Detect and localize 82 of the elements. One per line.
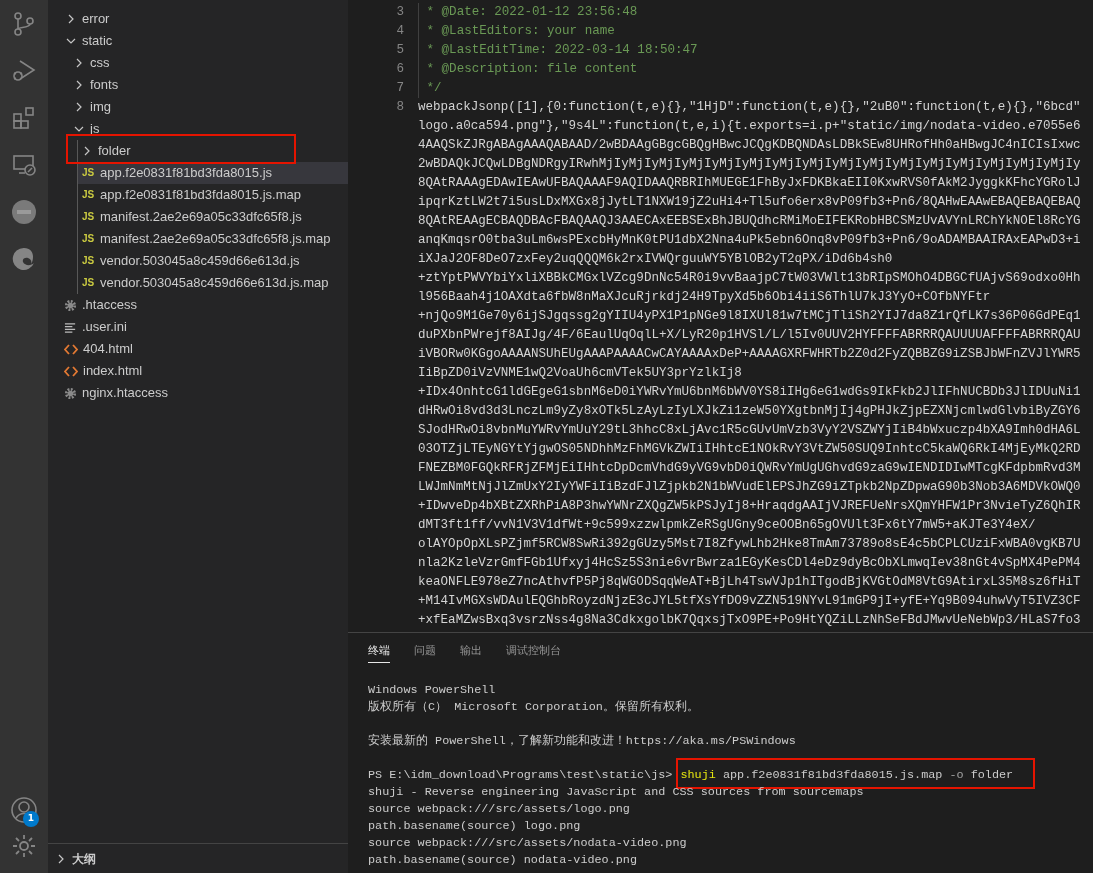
code-line: +xfEaMZwsBxq3vsrzNss4g8Na3CdkxgolbK7QqxsjTxO9PE+Po9HtYQZiLLzNhSeFBdJMwvUeNebWp3/HLaS7fo3 [418,612,1081,629]
terminal-output-line: Windows PowerShell [368,682,496,699]
gear-icon [64,386,77,400]
terminal-prompt: PS E:\idm_download\Programs\test\static\js> [368,767,673,784]
code-line: +ztYptPWVYbiYxliXBBkCMGxlVZcg9DnNc54R0i9vvBaajpC7tW03VWlt13bRIpSMOhO4DBGCfUAjvS69odxo0Hh [418,270,1081,287]
gear-icon [64,298,77,312]
js-file-icon: JS [82,212,95,222]
folder-item[interactable]: error [48,8,348,30]
code-line: SJodHRwOi8vbnMuYWRvYmUuY29tL3hhcC8xLjAvc1R5cGUvUmVzb3VyY2VSZWYjIiB4bWxuczp4bXA9Imh0dHA6L [418,422,1081,439]
folder-item[interactable]: fonts [48,74,348,96]
line-number: 4 [395,23,405,40]
code-comment: * @Description: file content [418,60,638,79]
file-item[interactable]: index.html [48,360,348,382]
code-line: 8QAtREAAgECBAQDBAcFBAQAAQJ3AAECAxEEBSExBhJBUQdhcRMiMoEIFEKRobHBCSMzUvAVYnLRChYkNOEl8RcYG [418,213,1081,230]
file-item[interactable]: .htaccess [48,294,348,316]
code-comment: * @LastEditTime: 2022-03-14 18:50:47 [418,41,698,60]
js-file-icon: JS [82,190,95,200]
code-line: +M14IvMGXsWDAulEQGhbRoyzdNjzE3cJYL5tfXsYfDO9vZZN519NYvL91mGP9jI+yfE+Yq9B094uhwVyT5IVZ3CF [418,593,1081,610]
file-item[interactable]: nginx.htaccess [48,382,348,404]
panel-tab[interactable]: 终端 [368,641,390,663]
file-item[interactable]: JS manifest.2ae2e69a05c33dfc65f8.js [78,206,348,228]
file-item[interactable]: JS manifest.2ae2e69a05c33dfc65f8.js.map [78,228,348,250]
terminal-output-line: path.basename(source) nodata-video.png [368,852,637,869]
code-line: keaONFLE978eZ7ncAthvfP5Pj8qWGODSqqWeAT+BjLh4TswVJp1hITgodBjKVGtOdM8VtG9AtirxL35M8sz6fHiT [418,574,1081,591]
code-line: olAYOpOpXLsPZjmf5RCW8SwRi392gGUzy5Mst7I8ZfywLhb2Hke8TmAm73789o8sE4c5bCPLCUziFxWBA0vgKB7U [418,536,1081,553]
folder-item[interactable]: img [48,96,348,118]
code-line: anqKmqsrO0tba3uLm6wsPExcbHyMnK0tPU1dbX2Nna4uPk5ebn6Onq8vP09fb3+Pn6/9oADAMBAAIRAxEAPwD3+i [418,232,1081,249]
code-line: l956Baah4j1OAXdta6fbW8nMaXJcuRjrkdj24H9TpyXd5b6Obi4iiS6ThlU7kJ3YyO+COfbNYFtr [418,289,991,306]
file-item[interactable]: JS app.f2e0831f81bd3fda8015.js [78,162,348,184]
terminal-output-line: source webpack:///src/assets/nodata-video.png [368,835,687,852]
file-item[interactable]: 404.html [48,338,348,360]
line-number: 5 [395,42,405,59]
code-line: LWJmNmMtNjJlZmUxY2IyYWFiIiBzdFJlZjpkb2N1bWVudElEPSJhZG9iZTpkb2NpZDpwaG90b3Nob3A6MDVkOWQ0 [418,479,1081,496]
terminal-output-line: 安装最新的 PowerShell，了解新功能和改进！https://aka.ms/PSWindows [368,733,796,750]
line-number: 7 [395,80,405,97]
file-item[interactable]: .user.ini [48,316,348,338]
folder-item[interactable]: folder [78,140,348,162]
code-line: nla2KzleVzrGmfFGb1Ufxyj4HcSz5S3nie6vrBwrza1EGyKesCDl4eDz9dyBcObXLmwqIev38nGt4vSpMX4PePM4 [418,555,1081,572]
code-comment: * @Date: 2022-01-12 23:56:48 [418,3,638,22]
terminal-output-line: path.basename(source) logo.png [368,818,581,835]
code-line: dMT3ft1ff/vvN1V3V1dfWt+9c599xzzwlpmkZeRSgUGny9ceOOBn65gOVUlt3Fx6tY7mW5+aKJTe3Y4eX/ [418,517,1036,534]
terminal-output-line: source webpack:///src/assets/logo.png [368,801,630,818]
js-file-icon: JS [82,234,95,244]
line-number: 8 [395,99,405,116]
code-line: 2wBDAQkJCQwLDBgNDRgyIRwhMjIyMjIyMjIyMjIyMjIyMjIyMjIyMjIyMjIyMjIyMjIyMjIyMjIyMjIyMjIyMjIy [418,156,1081,173]
code-line: IiBpZD0iVzVNME1wQ2VoaUh6cmVTek5UY3prYzlkIj8 [418,365,742,382]
code-line: webpackJsonp([1],{0:function(t,e){},"1HjD":function(t,e){},"2uB0":function(t,e){},"6bcd" [418,99,1081,116]
file-item[interactable]: JS vendor.503045a8c459d66e613d.js [78,250,348,272]
code-line: 03OTZjLTEyNGYtYjgwOS05NDhhMzFhMGVkZWIiIHhtcE1NOkRvY3VtZW50SUQ9InhtcC5kaWQ6RkI4MjEyMkQ2RD [418,441,1081,458]
code-line: ipqrKztLW2t7i5usLDxMXGx8jJytLT1NXW19jZ2uHi4+Tl5ufo6erx8vP09fb3+Pn6/8QAHwEAAwEBAQEBAQEBAQ [418,194,1081,211]
panel-tab[interactable]: 问题 [414,641,436,663]
panel-tab[interactable]: 输出 [460,641,482,663]
code-line: iXJaJ2OF8DeO7zxFey2uqQQQM6k2rxIVWQrguuWY5YBlOB2yT2qPX/iDd6b4sh0 [418,251,893,268]
account-icon[interactable] [10,795,38,824]
code-comment: */ [418,79,442,98]
js-file-icon: JS [82,278,95,288]
file-item[interactable]: JS vendor.503045a8c459d66e613d.js.map [78,272,348,294]
code-line: duPXbnPWrejf8AIJg/4F/6EaulUqOqlL+X/LyR20p1HVSl/L/l5Iv0UUV2HYFFFFABRRRQAUUUUAFFFFABRRRQAU [418,327,1081,344]
terminal-output-line: 版权所有（C） Microsoft Corporation。保留所有权利。 [368,699,699,716]
folder-item[interactable]: css [48,52,348,74]
panel-tab[interactable]: 调试控制台 [506,641,561,663]
code-line: +njQo9M1Ge70y6ijSJgqssg2gYIIU4yPX1P1pNGe9l8IXUl81w7tMCjTliSh2YIJ7da8Z1rQfLK7s36P06GdPEq1 [418,308,1081,325]
notification-count: 1 [23,811,39,827]
outline-section[interactable]: 大纲 [48,843,348,873]
line-number: 6 [395,61,405,78]
code-line: FNEZBM0FGQkRFRjZFMjEiIHhtcDpDcmVhdG9yVG9vbD0iQWRvYmUgUGhvdG9zaG9wIENDIDIwMTcgKFdpbmRvd3M [418,460,1081,477]
js-file-icon: JS [82,256,95,266]
code-line: logo.a0ca594.png"},"9s4L":function(t,e,i){t.exports=i.p+"static/img/nodata-video.e7055e6 [418,118,1081,135]
text-file-icon [64,320,77,334]
code-file-icon [64,364,78,378]
code-file-icon [64,342,78,356]
code-line: dHRwOi8vd3d3LnczLm9yZy8xOTk5LzAyLzIyLXJkZi1zeW50YXgtbnMjIj4gPHJkZjpEZXNjcmlwdGlvbiByZGY6 [418,403,1081,420]
code-line: +IDwveDp4bXBtZXRhPiA8P3hwYWNrZXQgZW5kPSJyIj8+HraqdgAAIjVJREFUeNrsXQmYHFW1Pr3NvieTyZ6QhIR [418,498,1081,515]
code-line: +IDx4OnhtcG1ldGEgeG1sbnM6eD0iYWRvYmU6bnM6bWV0YS8iIHg6eG1wdGs9IkFkb2JlIFhNUCBDb3JlIDUuNi1 [418,384,1081,401]
line-number: 3 [395,4,405,21]
code-line: 8QAtRAAAgEDAwIEAwUFBAQAAAF9AQIDAAQRBRIhMUEGE1FhByJxFDKBkaEII0KxwRVS0fAkM2JyggkKFhcYGRolJ [418,175,1081,192]
file-item[interactable]: JS app.f2e0831f81bd3fda8015.js.map [78,184,348,206]
folder-item[interactable]: static [48,30,348,52]
code-comment: * @LastEditors: your name [418,22,615,41]
js-file-icon: JS [82,168,95,178]
code-line: iVBORw0KGgoAAAANSUhEUgAAAPAAAACwCAYAAAAxDeP+AAAAGXRFWHRTb2Z0d2FyZQBBZG9iZSBJbWFnZVJlYWR5 [418,346,1081,363]
code-line: 4AAQSkZJRgABAgAAAQABAAD/2wBDAAgGBgcGBQgHBwcJCQgKDBQNDAsLDBkSEw8UHRofHh0aHBwgJC4nICIsIxwc [418,137,1081,154]
